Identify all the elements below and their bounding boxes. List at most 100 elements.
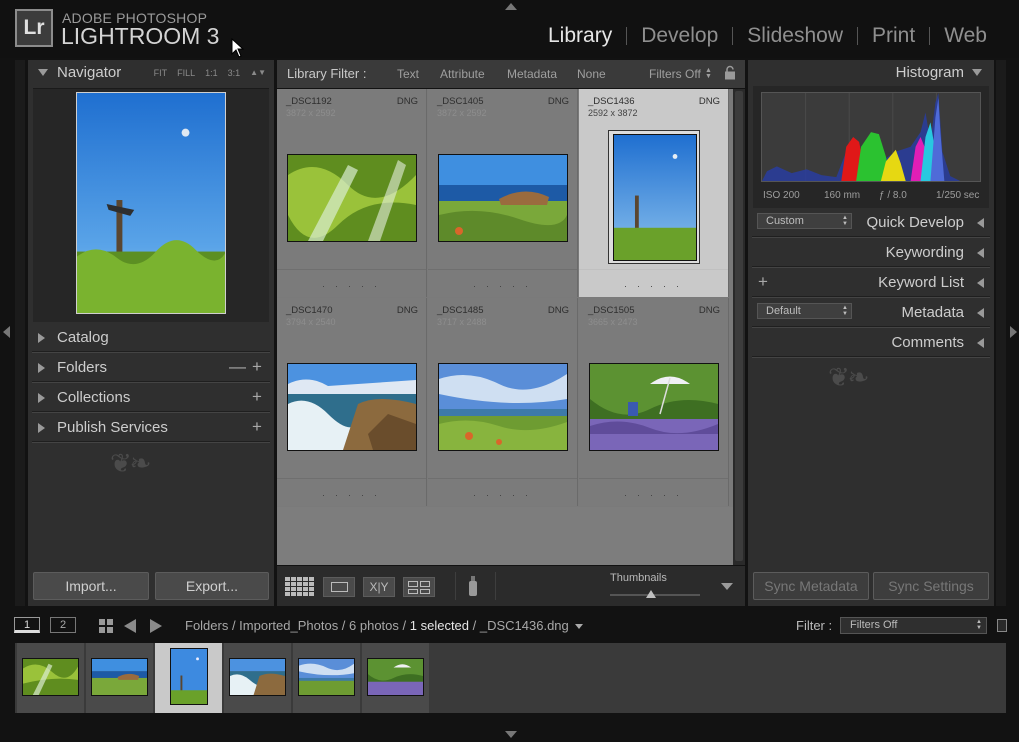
grid-cell[interactable]: _DSC1485 3717 x 2488 DNG . . . . .: [428, 298, 578, 506]
rating-dots[interactable]: . . . . .: [579, 488, 728, 498]
add-publish-service-icon[interactable]: +: [252, 417, 262, 437]
library-filter-label: Library Filter :: [287, 66, 367, 81]
grid-cell-selected[interactable]: _DSC1436 2592 x 3872 DNG . . . . .: [579, 89, 729, 297]
filmstrip-filter-select[interactable]: Filters Off ▲ ▼: [840, 617, 987, 634]
filmstrip-thumbnail[interactable]: [91, 658, 148, 696]
rating-dots[interactable]: . . . . .: [277, 279, 426, 289]
histogram-header[interactable]: Histogram: [748, 60, 994, 86]
keyword-list-section[interactable]: + Keyword List: [748, 268, 994, 298]
navigator-header[interactable]: Navigator FIT FILL 1:1 3:1 ▲▼: [28, 60, 274, 86]
photo-thumbnail[interactable]: [438, 154, 568, 242]
photo-thumbnail[interactable]: [287, 363, 417, 451]
rating-dots[interactable]: . . . . .: [428, 488, 577, 498]
sync-metadata-button[interactable]: Sync Metadata: [753, 572, 869, 600]
zoom-1-1[interactable]: 1:1: [205, 68, 218, 78]
zoom-stepper-icon[interactable]: ▲▼: [250, 68, 266, 78]
module-develop[interactable]: Develop: [627, 24, 732, 48]
navigator-title: Navigator: [57, 64, 122, 81]
bottom-panel-toggle-icon[interactable]: [505, 731, 517, 738]
filmstrip-thumbnail[interactable]: [170, 648, 208, 705]
back-arrow-icon[interactable]: [124, 619, 136, 633]
thumbnail-size-slider[interactable]: [610, 590, 700, 598]
photo-thumbnail[interactable]: [613, 134, 697, 261]
photo-thumbnail[interactable]: [589, 363, 719, 451]
file-type: DNG: [698, 305, 720, 316]
import-button[interactable]: Import...: [33, 572, 149, 600]
collapse-triangle-icon: [972, 69, 982, 76]
scrollbar-thumb[interactable]: [735, 91, 743, 561]
collections-section[interactable]: Collections +: [28, 383, 274, 413]
publish-services-section[interactable]: Publish Services +: [28, 413, 274, 443]
grid-scrollbar[interactable]: [733, 89, 745, 565]
filmstrip-thumbnail[interactable]: [229, 658, 286, 696]
keywording-section[interactable]: Keywording: [748, 238, 994, 268]
filmstrip-thumbnail[interactable]: [367, 658, 424, 696]
filter-none[interactable]: None: [577, 67, 606, 81]
filmstrip-cell-selected[interactable]: [155, 643, 223, 713]
grid-cell[interactable]: _DSC1405 3872 x 2592 DNG . . . . .: [428, 89, 578, 297]
zoom-3-1[interactable]: 3:1: [228, 68, 241, 78]
filmstrip-thumbnail[interactable]: [298, 658, 355, 696]
loupe-view-icon[interactable]: [323, 577, 355, 597]
filmstrip-cell[interactable]: [17, 643, 85, 713]
filter-text[interactable]: Text: [397, 67, 419, 81]
grid-cell[interactable]: _DSC1505 3665 x 2473 DNG . . . . .: [579, 298, 729, 506]
grid-mode-icon[interactable]: [99, 619, 113, 633]
zoom-fill[interactable]: FILL: [177, 68, 195, 78]
add-keyword-icon[interactable]: +: [758, 272, 768, 292]
filmstrip-cell[interactable]: [224, 643, 292, 713]
catalog-section[interactable]: Catalog: [28, 323, 274, 353]
grid-view-icon[interactable]: [285, 577, 315, 597]
add-collection-icon[interactable]: +: [252, 387, 262, 407]
rating-dots[interactable]: . . . . .: [277, 488, 426, 498]
compare-view-icon[interactable]: X|Y: [363, 577, 395, 597]
metadata-section[interactable]: Default ▲ ▼ Metadata: [748, 298, 994, 328]
metadata-preset-select[interactable]: Default ▲ ▼: [757, 303, 852, 319]
filter-metadata[interactable]: Metadata: [507, 67, 557, 81]
painter-spray-can-icon[interactable]: [467, 574, 479, 598]
right-panel-toggle-icon[interactable]: [1010, 326, 1017, 338]
source-breadcrumb[interactable]: Folders / Imported_Photos / 6 photos / 1…: [185, 618, 584, 633]
filmstrip-thumbnail[interactable]: [22, 658, 79, 696]
photo-thumbnail[interactable]: [438, 363, 568, 451]
main-window-button[interactable]: 1: [14, 617, 40, 633]
module-web[interactable]: Web: [930, 24, 1001, 48]
remove-folder-icon[interactable]: —: [229, 357, 246, 377]
quick-develop-preset-select[interactable]: Custom ▲ ▼: [757, 213, 852, 229]
left-panel-toggle-icon[interactable]: [3, 326, 10, 338]
rating-dots[interactable]: . . . . .: [579, 279, 728, 289]
navigator-preview[interactable]: [33, 88, 269, 322]
zoom-fit[interactable]: FIT: [154, 68, 168, 78]
grid-cell[interactable]: _DSC1192 3872 x 2592 DNG . . . . .: [277, 89, 427, 297]
navigator-zoom-options: FIT FILL 1:1 3:1 ▲▼: [154, 68, 266, 78]
toolbar-menu-arrow-icon[interactable]: [721, 583, 733, 590]
filmstrip-cell[interactable]: [362, 643, 430, 713]
file-name: _DSC1192: [286, 96, 332, 107]
second-window-button[interactable]: 2: [50, 617, 76, 633]
survey-view-icon[interactable]: [403, 577, 435, 597]
filter-attribute[interactable]: Attribute: [440, 67, 485, 81]
top-panel-toggle-icon[interactable]: [505, 3, 517, 10]
export-button[interactable]: Export...: [155, 572, 269, 600]
slider-knob[interactable]: [645, 590, 656, 598]
filter-lock-toggle[interactable]: [997, 619, 1007, 632]
grid-cell[interactable]: _DSC1470 3794 x 2540 DNG . . . . .: [277, 298, 427, 506]
module-slideshow[interactable]: Slideshow: [733, 24, 857, 48]
folders-section[interactable]: Folders — +: [28, 353, 274, 383]
sync-settings-button[interactable]: Sync Settings: [873, 572, 989, 600]
module-print[interactable]: Print: [858, 24, 929, 48]
rating-dots[interactable]: . . . . .: [428, 279, 577, 289]
photo-thumbnail[interactable]: [287, 154, 417, 242]
lock-icon[interactable]: [724, 65, 736, 80]
filters-off-dropdown[interactable]: Filters Off: [649, 67, 701, 81]
module-library[interactable]: Library: [534, 24, 626, 48]
filmstrip-cell[interactable]: [86, 643, 154, 713]
exif-iso: ISO 200: [763, 190, 800, 201]
filmstrip-cell[interactable]: [293, 643, 361, 713]
forward-arrow-icon[interactable]: [150, 619, 162, 633]
quick-develop-section[interactable]: Custom ▲ ▼ Quick Develop: [748, 208, 994, 238]
file-name: _DSC1405: [437, 96, 484, 107]
comments-section[interactable]: Comments: [748, 328, 994, 358]
add-folder-icon[interactable]: +: [252, 357, 262, 377]
histogram-box[interactable]: ISO 200 160 mm ƒ / 8.0 1/250 sec: [753, 86, 989, 208]
